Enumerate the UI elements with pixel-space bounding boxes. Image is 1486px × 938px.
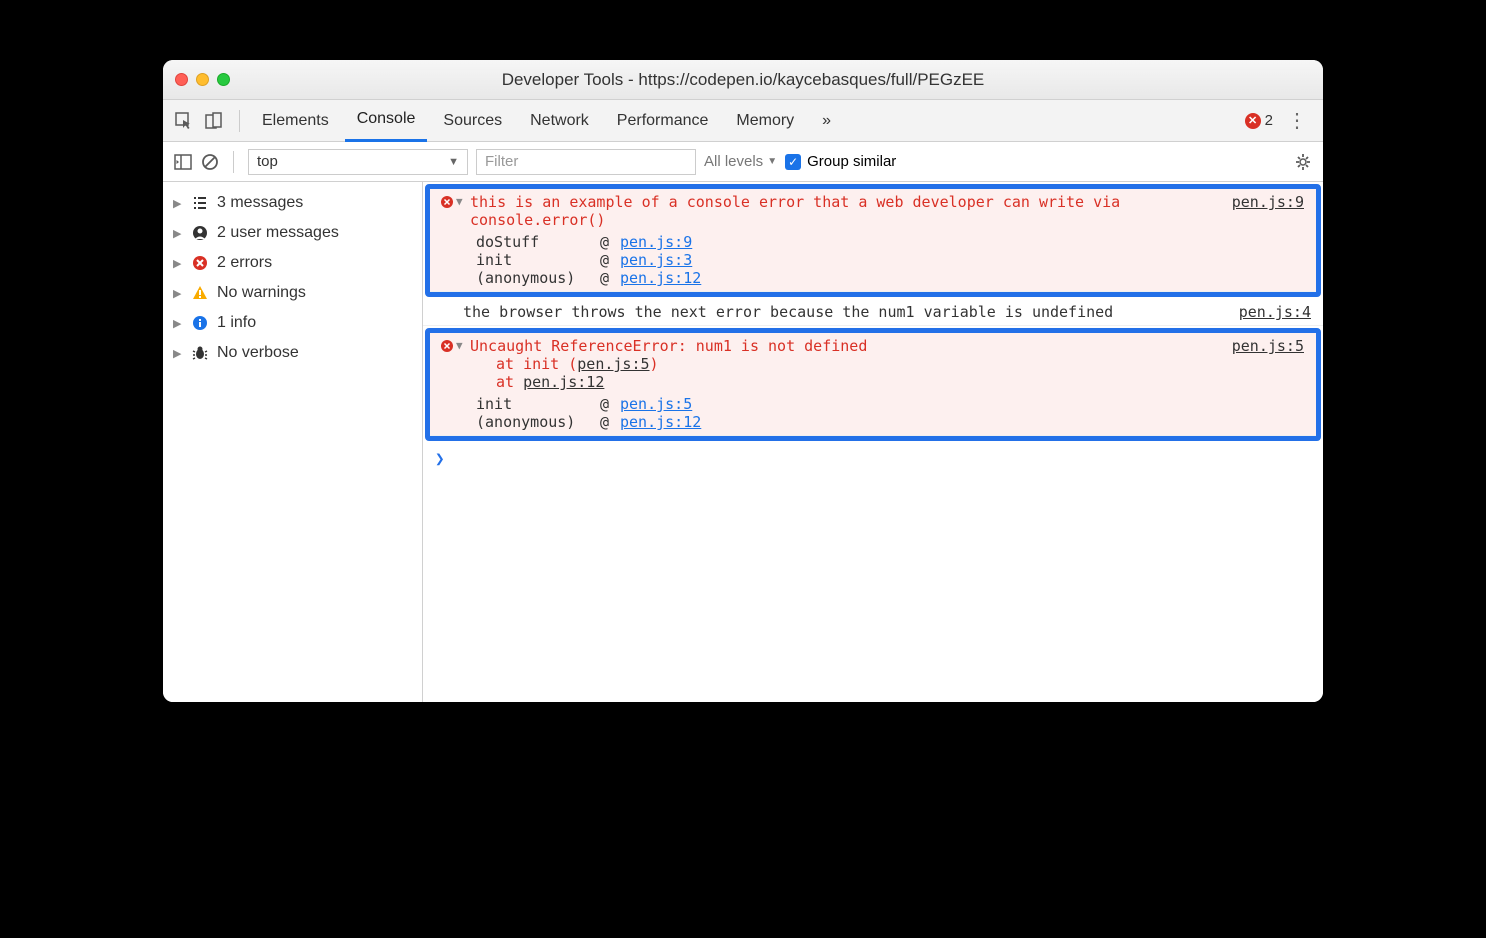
device-toolbar-icon[interactable]	[203, 110, 225, 132]
close-button[interactable]	[175, 73, 188, 86]
expand-arrow-icon: ▶	[173, 347, 183, 360]
group-similar-label: Group similar	[807, 153, 896, 170]
clear-console-icon[interactable]	[201, 153, 219, 171]
checkbox-checked-icon: ✓	[785, 154, 801, 170]
stack-frame: doStuff@pen.js:9	[470, 233, 1222, 251]
console-prompt[interactable]: ❯	[423, 443, 1323, 474]
filter-input[interactable]	[476, 149, 696, 175]
sidebar-item-warnings[interactable]: ▶ No warnings	[163, 278, 422, 308]
list-icon	[191, 194, 209, 212]
sidebar-item-info[interactable]: ▶ 1 info	[163, 308, 422, 338]
tab-console[interactable]: Console	[345, 100, 428, 142]
console-error-entry[interactable]: ▼ Uncaught ReferenceError: num1 is not d…	[430, 333, 1316, 436]
error-message: Uncaught ReferenceError: num1 is not def…	[470, 337, 867, 355]
highlight-box: ▼ Uncaught ReferenceError: num1 is not d…	[425, 328, 1321, 441]
source-link[interactable]: pen.js:12	[620, 413, 701, 431]
log-levels-selector[interactable]: All levels ▼	[704, 153, 777, 170]
stack-frame: (anonymous)@pen.js:12	[470, 269, 1222, 287]
stack-trace: init@pen.js:5 (anonymous)@pen.js:12	[470, 395, 1222, 431]
stack-frame: init@pen.js:3	[470, 251, 1222, 269]
error-icon	[438, 337, 456, 431]
warning-icon	[191, 284, 209, 302]
tabs-overflow[interactable]: »	[810, 100, 843, 142]
separator	[239, 110, 240, 132]
source-link[interactable]: pen.js:9	[620, 233, 692, 251]
expand-arrow-icon: ▶	[173, 227, 183, 240]
console-output: ▼ this is an example of a console error …	[423, 182, 1323, 702]
traffic-lights	[175, 73, 230, 86]
console-settings-icon[interactable]	[1293, 152, 1313, 172]
info-icon	[191, 314, 209, 332]
zoom-button[interactable]	[217, 73, 230, 86]
chevron-down-icon: ▼	[448, 156, 459, 168]
tab-performance[interactable]: Performance	[605, 100, 721, 142]
sidebar-item-verbose[interactable]: ▶ No verbose	[163, 338, 422, 368]
expand-arrow-icon: ▶	[173, 287, 183, 300]
error-icon	[438, 193, 456, 287]
devtools-window: Developer Tools - https://codepen.io/kay…	[163, 60, 1323, 702]
tab-elements[interactable]: Elements	[250, 100, 341, 142]
sidebar-item-messages[interactable]: ▶ 3 messages	[163, 188, 422, 218]
source-link[interactable]: pen.js:5	[620, 395, 692, 413]
sidebar-label: 2 errors	[217, 254, 272, 272]
console-toolbar: top ▼ All levels ▼ ✓ Group similar	[163, 142, 1323, 182]
collapse-arrow-icon[interactable]: ▼	[456, 193, 470, 287]
expand-arrow-icon: ▶	[173, 317, 183, 330]
expand-arrow-icon: ▶	[173, 197, 183, 210]
sidebar-label: No verbose	[217, 344, 299, 362]
stack-frame: init@pen.js:5	[470, 395, 1222, 413]
minimize-button[interactable]	[196, 73, 209, 86]
sidebar-label: No warnings	[217, 284, 306, 302]
context-selector[interactable]: top ▼	[248, 149, 468, 175]
panel-tabs: Elements Console Sources Network Perform…	[163, 100, 1323, 142]
sidebar-item-errors[interactable]: ▶ 2 errors	[163, 248, 422, 278]
console-body: ▶ 3 messages ▶ 2 user messages ▶ 2 error…	[163, 182, 1323, 702]
stack-frame: (anonymous)@pen.js:12	[470, 413, 1222, 431]
context-value: top	[257, 153, 278, 170]
chevron-down-icon: ▼	[767, 156, 777, 167]
error-trace: at init (pen.js:5) at pen.js:12	[470, 355, 1222, 391]
source-link[interactable]: pen.js:9	[1232, 193, 1304, 287]
separator	[233, 151, 234, 173]
expand-arrow-icon: ▶	[173, 257, 183, 270]
collapse-arrow-icon[interactable]: ▼	[456, 337, 470, 431]
sidebar-label: 3 messages	[217, 194, 303, 212]
error-count: 2	[1265, 112, 1273, 129]
sidebar-label: 2 user messages	[217, 224, 339, 242]
source-link[interactable]: pen.js:3	[620, 251, 692, 269]
titlebar: Developer Tools - https://codepen.io/kay…	[163, 60, 1323, 100]
source-link[interactable]: pen.js:5	[577, 355, 649, 373]
tab-sources[interactable]: Sources	[431, 100, 514, 142]
tab-network[interactable]: Network	[518, 100, 601, 142]
levels-label: All levels	[704, 153, 763, 170]
source-link[interactable]: pen.js:5	[1232, 337, 1304, 431]
bug-icon	[191, 344, 209, 362]
error-icon	[191, 254, 209, 272]
console-sidebar: ▶ 3 messages ▶ 2 user messages ▶ 2 error…	[163, 182, 423, 702]
console-log-entry[interactable]: the browser throws the next error becaus…	[423, 299, 1323, 326]
source-link[interactable]: pen.js:12	[523, 373, 604, 391]
sidebar-item-user-messages[interactable]: ▶ 2 user messages	[163, 218, 422, 248]
group-similar-checkbox[interactable]: ✓ Group similar	[785, 153, 896, 170]
toggle-sidebar-icon[interactable]	[173, 152, 193, 172]
error-message: this is an example of a console error th…	[470, 193, 1120, 229]
stack-trace: doStuff@pen.js:9 init@pen.js:3 (anonymou…	[470, 233, 1222, 287]
window-title: Developer Tools - https://codepen.io/kay…	[175, 70, 1311, 90]
error-icon: ✕	[1245, 113, 1261, 129]
user-icon	[191, 224, 209, 242]
error-count-badge[interactable]: ✕ 2	[1245, 112, 1273, 129]
inspect-element-icon[interactable]	[173, 110, 195, 132]
source-link[interactable]: pen.js:4	[1239, 303, 1311, 321]
tab-memory[interactable]: Memory	[724, 100, 806, 142]
console-error-entry[interactable]: ▼ this is an example of a console error …	[430, 189, 1316, 292]
settings-menu-icon[interactable]: ⋮	[1281, 108, 1313, 133]
source-link[interactable]: pen.js:12	[620, 269, 701, 287]
sidebar-label: 1 info	[217, 314, 256, 332]
highlight-box: ▼ this is an example of a console error …	[425, 184, 1321, 297]
log-message: the browser throws the next error becaus…	[463, 303, 1239, 321]
